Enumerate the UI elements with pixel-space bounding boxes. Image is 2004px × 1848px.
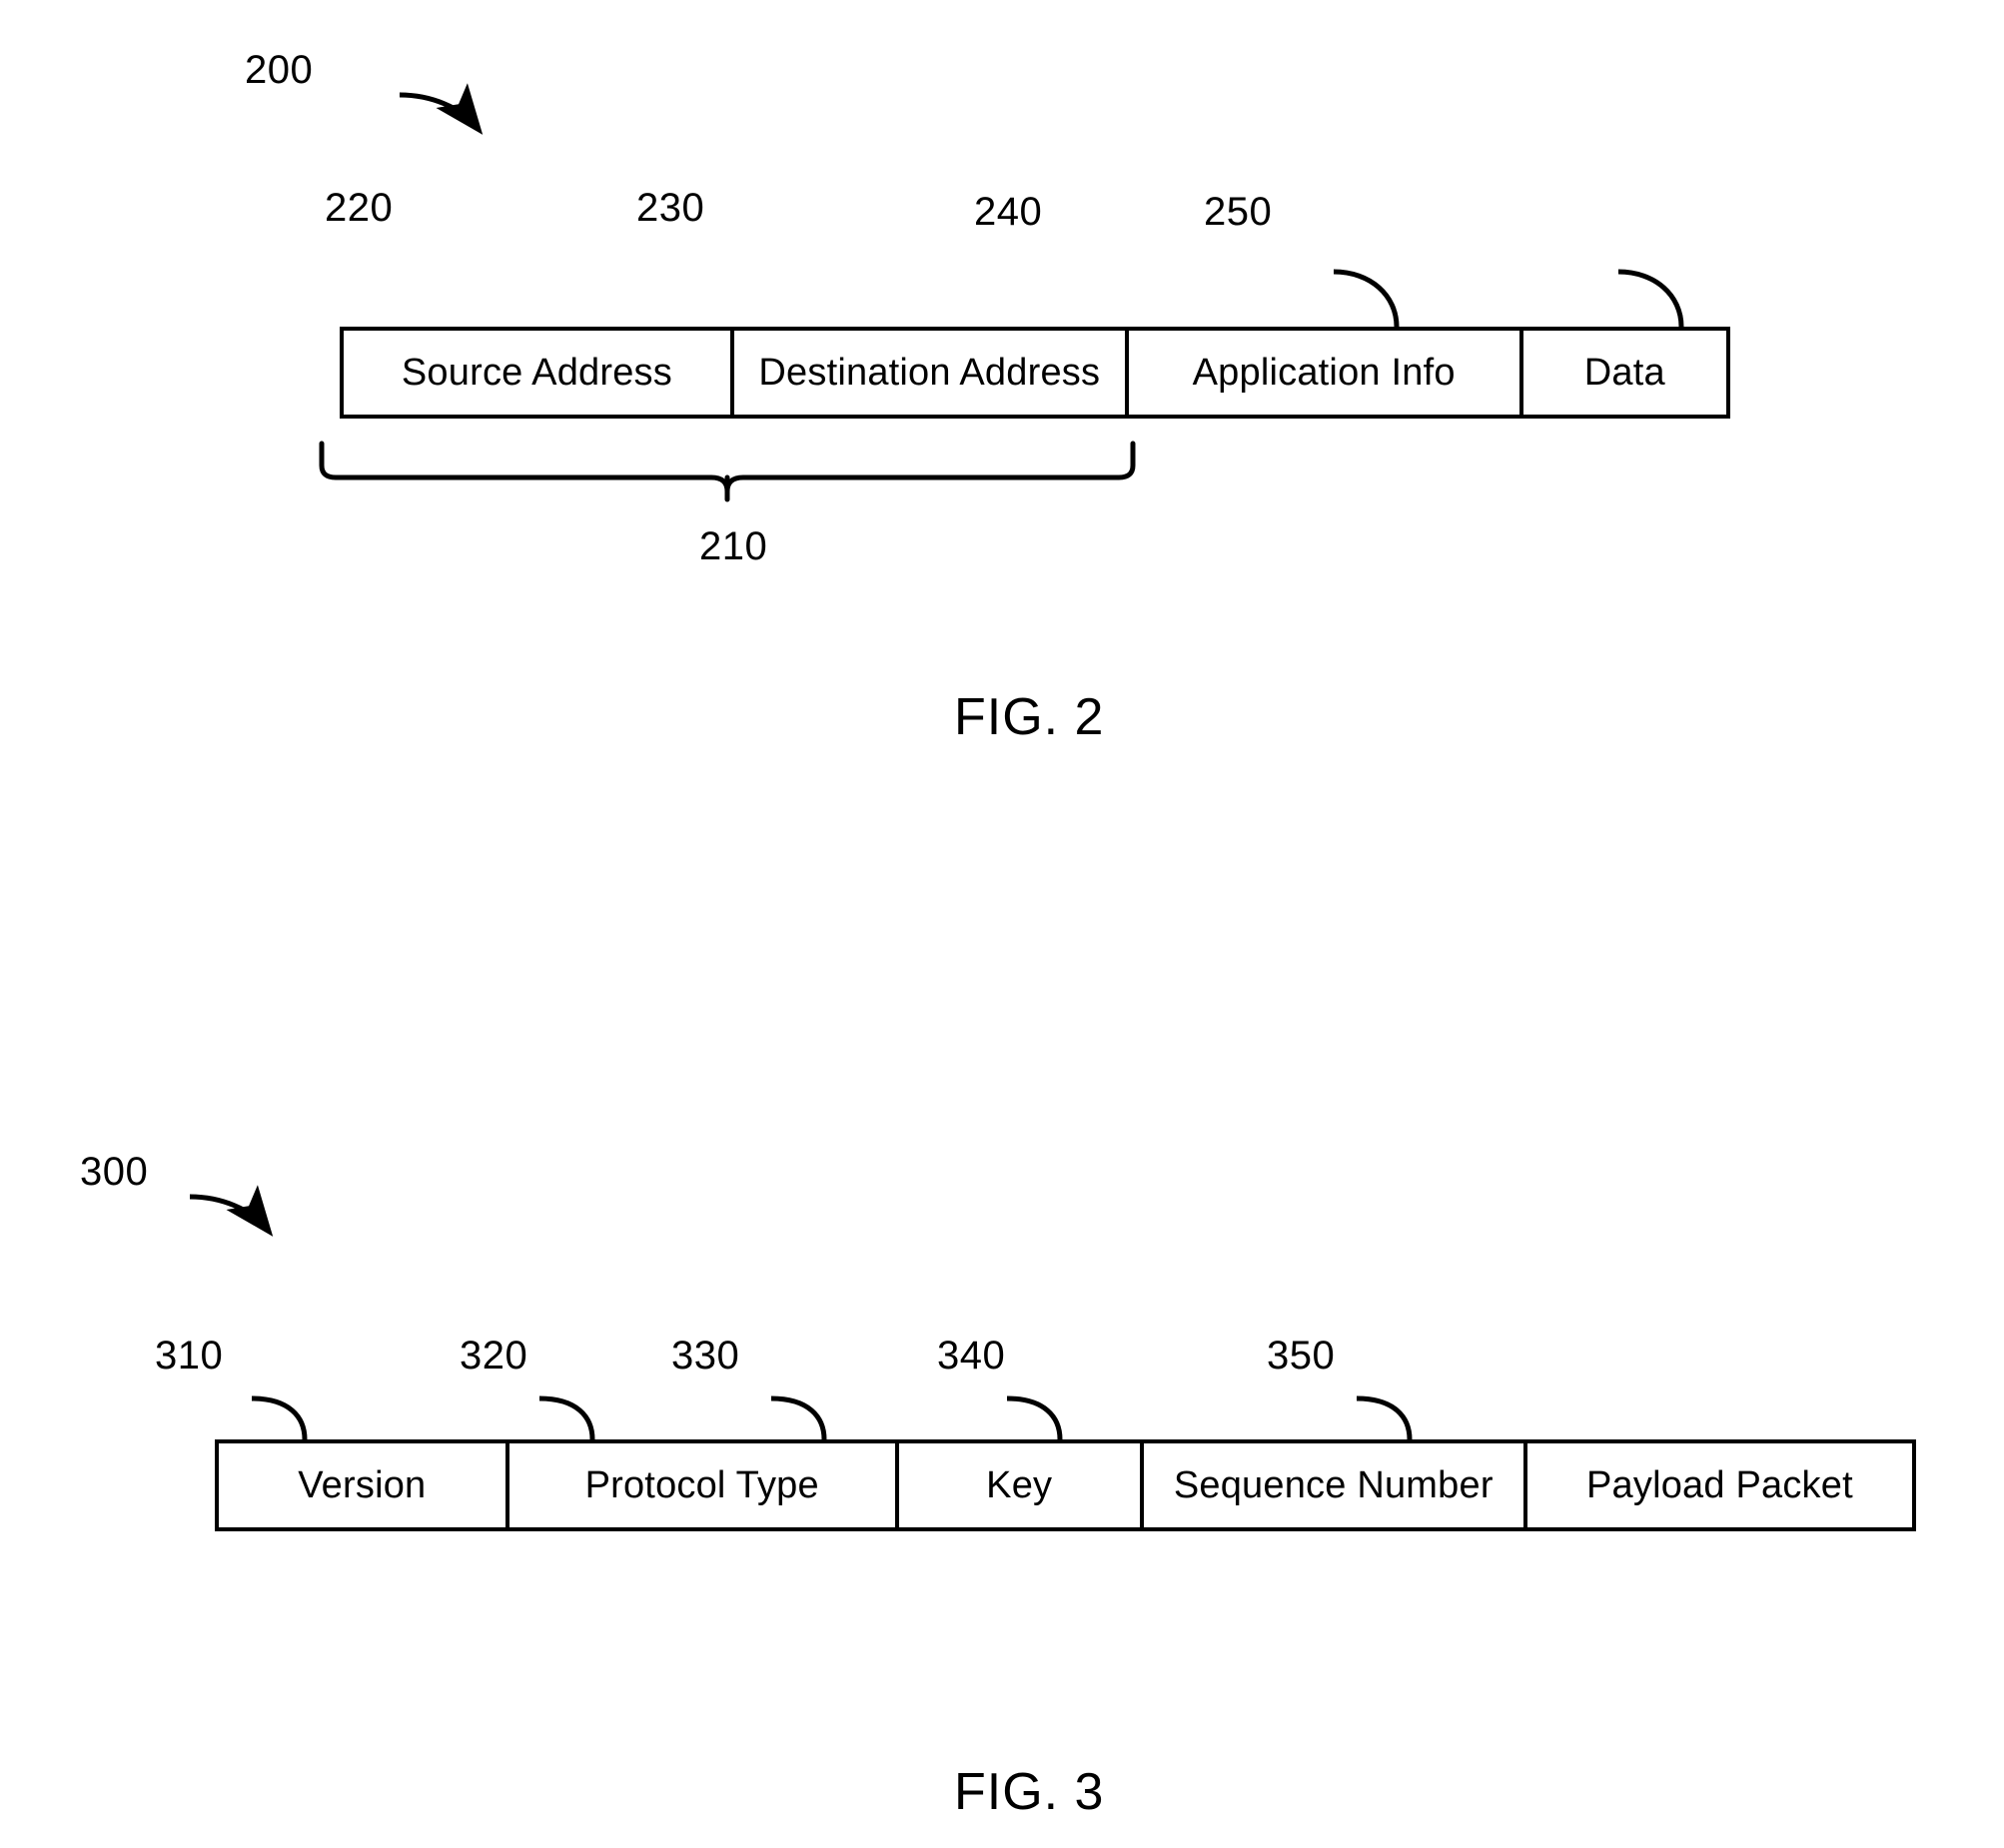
ref-numeral-330: 330 (671, 1334, 740, 1378)
fig3-leader-320 (538, 1395, 595, 1440)
fig2-packet-structure: Source Address Destination Address Appli… (340, 327, 1730, 419)
fig2-field-application-info: Application Info (1129, 331, 1523, 415)
patent-drawing-sheet: 200 220 230 240 250 Source Address Desti… (0, 0, 2004, 1848)
fig2-group-brace-210 (319, 441, 1136, 502)
ref-numeral-350: 350 (1267, 1334, 1336, 1378)
ref-numeral-200: 200 (245, 48, 314, 92)
fig3-field-key: Key (899, 1443, 1144, 1527)
ref-numeral-320: 320 (460, 1334, 528, 1378)
fig3-field-protocol-type: Protocol Type (509, 1443, 899, 1527)
fig3-leader-310 (251, 1395, 308, 1440)
fig3-caption: FIG. 3 (954, 1763, 1105, 1821)
ref-numeral-220: 220 (325, 186, 394, 230)
ref-numeral-230: 230 (636, 186, 705, 230)
fig2-field-destination-address: Destination Address (734, 331, 1129, 415)
fig2-assembly-arrow (399, 83, 484, 135)
ref-numeral-210: 210 (699, 524, 768, 568)
fig3-assembly-arrow (189, 1185, 274, 1237)
fig3-field-sequence-number: Sequence Number (1144, 1443, 1527, 1527)
fig3-leader-350 (1356, 1395, 1413, 1440)
leader-lines-layer (189, 83, 1684, 1440)
fig3-field-payload-packet: Payload Packet (1586, 1463, 1853, 1506)
ref-numeral-310: 310 (155, 1334, 224, 1378)
ref-numeral-300: 300 (80, 1150, 149, 1194)
fig2-field-source-address: Source Address (344, 331, 734, 415)
ref-numeral-240: 240 (974, 190, 1043, 234)
ref-numeral-250: 250 (1204, 190, 1273, 234)
fig3-field-version: Version (219, 1443, 509, 1527)
ref-numeral-340: 340 (937, 1334, 1006, 1378)
fig3-leader-330 (770, 1395, 827, 1440)
fig3-leader-340 (1006, 1395, 1063, 1440)
fig2-leader-240 (1333, 269, 1400, 328)
fig3-packet-structure: Version Protocol Type Key Sequence Numbe… (215, 1439, 1916, 1531)
fig2-leader-250 (1617, 269, 1684, 328)
fig2-caption: FIG. 2 (954, 688, 1105, 746)
fig2-field-data: Data (1583, 351, 1665, 394)
